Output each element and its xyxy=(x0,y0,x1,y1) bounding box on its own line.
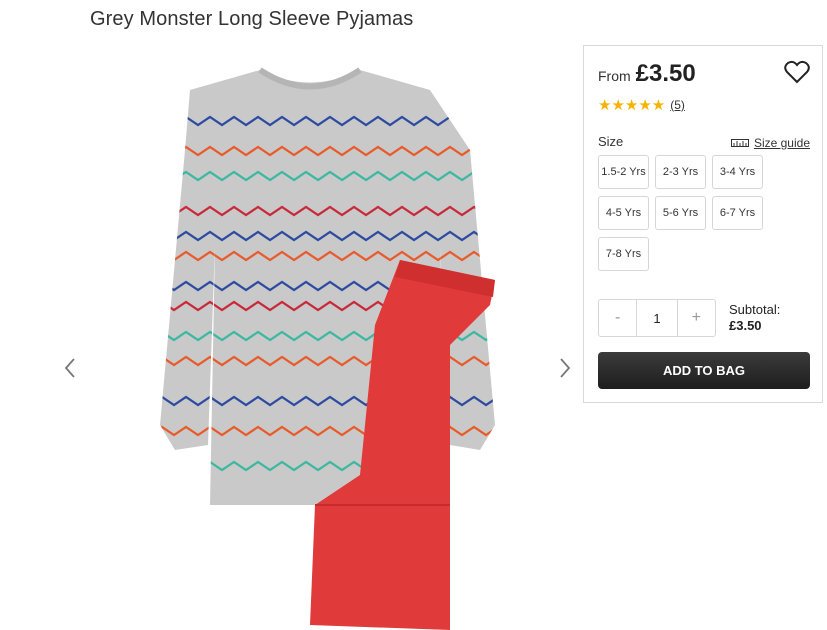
review-count-link[interactable]: (5) xyxy=(670,98,685,112)
rating-stars: ★★★★★ xyxy=(598,97,666,114)
add-to-bag-button[interactable]: ADD TO BAG xyxy=(598,352,810,389)
price-row: From £3.50 xyxy=(598,60,696,88)
gallery-next-button[interactable] xyxy=(555,353,575,383)
gallery-prev-button[interactable] xyxy=(60,353,80,383)
chevron-left-icon xyxy=(64,358,75,378)
size-guide-label: Size guide xyxy=(753,136,810,150)
size-label: Size xyxy=(598,134,624,149)
size-option[interactable]: 7-8 Yrs xyxy=(598,237,649,271)
wishlist-button[interactable] xyxy=(784,60,810,84)
subtotal-value: £3.50 xyxy=(729,318,762,333)
quantity-increase-button[interactable]: + xyxy=(678,300,715,336)
size-option[interactable]: 3-4 Yrs xyxy=(712,155,763,189)
heart-icon xyxy=(784,60,810,84)
quantity-stepper: - 1 + xyxy=(598,299,716,337)
rating: ★★★★★ (5) xyxy=(598,96,685,114)
product-gallery xyxy=(60,50,580,630)
size-option[interactable]: 1.5-2 Yrs xyxy=(598,155,649,189)
ruler-icon xyxy=(730,139,749,147)
product-title: Grey Monster Long Sleeve Pyjamas xyxy=(90,8,414,30)
size-option[interactable]: 4-5 Yrs xyxy=(598,196,649,230)
chevron-right-icon xyxy=(560,358,571,378)
price: £3.50 xyxy=(635,60,696,87)
size-option[interactable]: 5-6 Yrs xyxy=(655,196,706,230)
product-image xyxy=(160,67,495,630)
from-label: From xyxy=(598,68,631,84)
subtotal: Subtotal: £3.50 xyxy=(729,302,780,334)
quantity-decrease-button[interactable]: - xyxy=(599,300,636,336)
purchase-panel: From £3.50 ★★★★★ (5) Size Size guide 1.5… xyxy=(583,45,823,403)
size-option[interactable]: 2-3 Yrs xyxy=(655,155,706,189)
size-option[interactable]: 6-7 Yrs xyxy=(712,196,763,230)
subtotal-label: Subtotal: xyxy=(729,302,781,317)
quantity-input[interactable]: 1 xyxy=(636,300,678,336)
size-guide-link[interactable]: Size guide xyxy=(730,136,810,150)
